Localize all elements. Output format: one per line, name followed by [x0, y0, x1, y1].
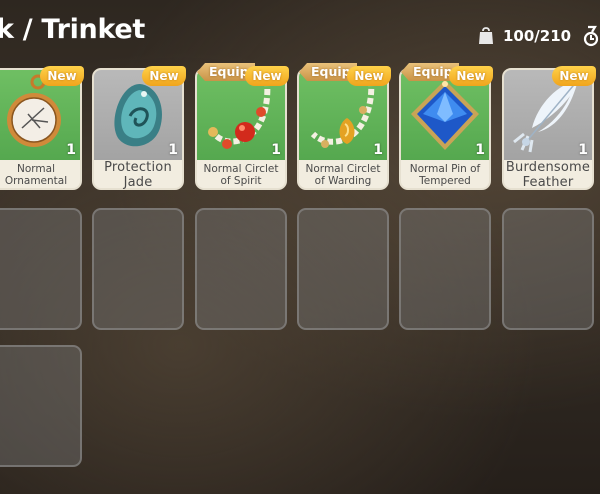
item-name: Normal Ornamental [4, 163, 68, 187]
item-card-circlet-of-spirit[interactable]: 1 Normal Circlet of Spirit Equip New [195, 63, 289, 190]
item-name: Normal Circlet of Spirit [203, 163, 279, 187]
item-card-protection-jade[interactable]: 1 Protection Jade New [92, 66, 186, 190]
empty-slot[interactable] [502, 208, 594, 330]
item-name: Protection Jade [104, 160, 172, 190]
capacity-indicator: 100/210 [478, 24, 571, 48]
empty-slot[interactable] [297, 208, 389, 330]
empty-slot[interactable] [92, 208, 184, 330]
new-badge: New [449, 66, 493, 86]
item-name: Normal Circlet of Warding [305, 163, 381, 187]
inventory-header: k / Trinket 100/210 [0, 0, 600, 64]
item-card-ornamental[interactable]: 1 Normal Ornamental New [0, 66, 84, 190]
new-badge: New [347, 66, 391, 86]
item-card-pin-of-tempered[interactable]: 1 Normal Pin of Tempered Equip New [399, 63, 493, 190]
sort-icon[interactable] [582, 24, 600, 48]
item-quantity: 1 [373, 142, 383, 158]
new-badge: New [552, 66, 596, 86]
bag-icon [479, 27, 493, 44]
item-quantity: 1 [271, 142, 281, 158]
item-name: Normal Pin of Tempered [409, 163, 481, 187]
new-badge: New [245, 66, 289, 86]
item-quantity: 1 [475, 142, 485, 158]
item-card-circlet-of-warding[interactable]: 1 Normal Circlet of Warding Equip New [297, 63, 391, 190]
new-badge: New [142, 66, 186, 86]
empty-slot[interactable] [195, 208, 287, 330]
item-quantity: 1 [66, 142, 76, 158]
capacity-count: 100/210 [503, 27, 572, 45]
breadcrumb-title: k / Trinket [0, 14, 146, 45]
empty-slot[interactable] [0, 345, 82, 467]
item-card-burdensome-feather[interactable]: 1 Burdensome Feather New [502, 66, 596, 190]
empty-slot[interactable] [0, 208, 82, 330]
item-quantity: 1 [578, 142, 588, 158]
item-quantity: 1 [168, 142, 178, 158]
item-name: Burdensome Feather [505, 160, 591, 190]
new-badge: New [40, 66, 84, 86]
empty-slot[interactable] [399, 208, 491, 330]
